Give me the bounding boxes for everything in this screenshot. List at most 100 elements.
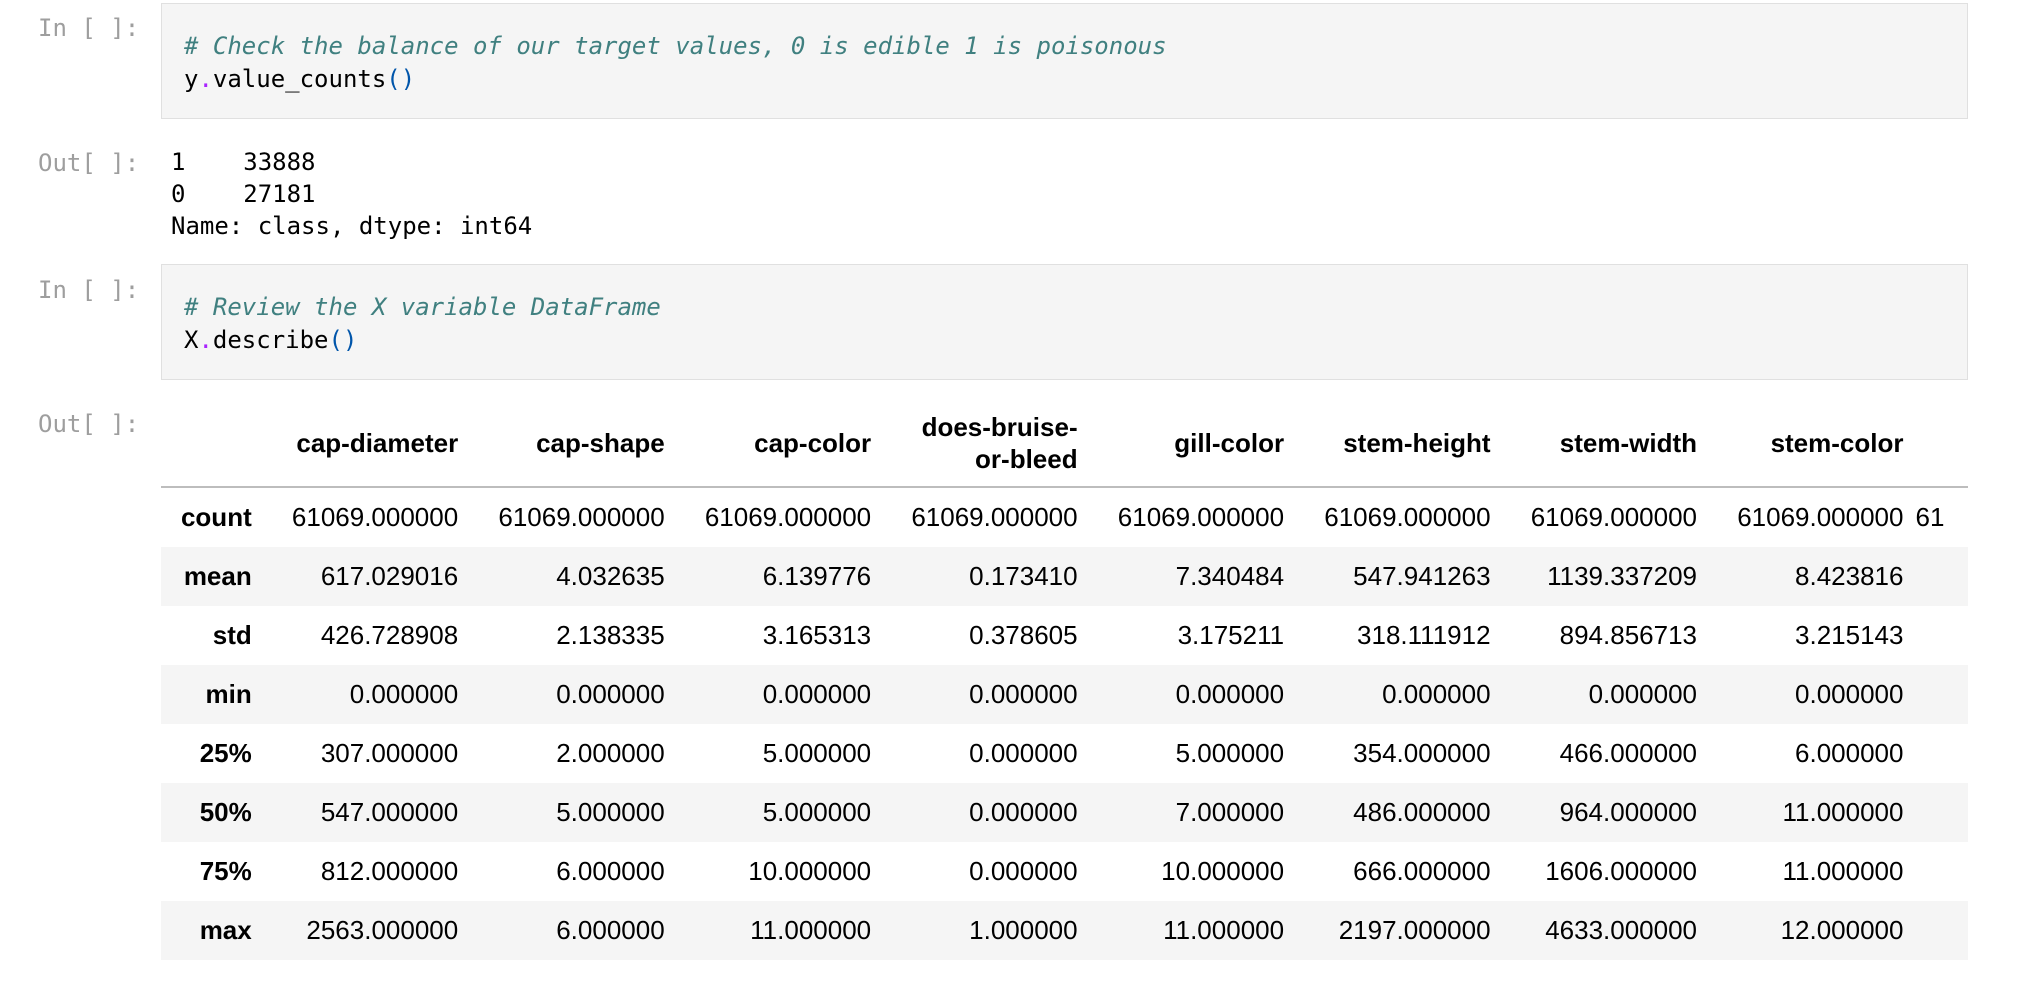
table-cell: 1.000000 bbox=[969, 915, 1078, 945]
table-cell: 0.000000 bbox=[1588, 679, 1698, 709]
table-cell: 1139.337209 bbox=[1547, 561, 1698, 591]
table-cell: 10.000000 bbox=[1161, 856, 1285, 886]
column-header: cap-shape bbox=[464, 400, 671, 488]
table-cell: 5.000000 bbox=[762, 797, 872, 827]
row-label: max bbox=[199, 915, 252, 945]
table-cell: 11.000000 bbox=[1163, 915, 1285, 945]
table-cell bbox=[1909, 665, 1968, 724]
table-cell: 318.111912 bbox=[1357, 620, 1491, 650]
column-header: stem-width bbox=[1496, 400, 1704, 488]
table-cell: 0.000000 bbox=[762, 679, 872, 709]
table-cell: 0.000000 bbox=[556, 679, 665, 709]
table-cell: 354.000000 bbox=[1353, 738, 1491, 768]
describe-table: cap-diameter cap-shape cap-color does-br… bbox=[161, 400, 1968, 960]
code-parens: () bbox=[386, 65, 416, 93]
code-parens: () bbox=[328, 326, 358, 354]
describe-output-table-wrap[interactable]: cap-diameter cap-shape cap-color does-br… bbox=[161, 400, 1968, 960]
output-prompt-1: Out[ ]: bbox=[38, 149, 140, 177]
input-prompt-2: In [ ]: bbox=[38, 276, 140, 304]
table-row: 50% 547.000000 5.000000 5.000000 0.000000 7.0… bbox=[161, 783, 1968, 842]
table-cell: 466.000000 bbox=[1559, 738, 1698, 768]
table-cell: 0.378605 bbox=[969, 620, 1078, 650]
table-cell: 12.000000 bbox=[1780, 915, 1904, 945]
column-header: stem-color bbox=[1703, 400, 1910, 488]
table-cell: 61069.000000 bbox=[704, 502, 872, 532]
table-cell: 0.000000 bbox=[1795, 679, 1904, 709]
table-cell: 61069.000000 bbox=[1737, 502, 1904, 532]
table-cell: 4.032635 bbox=[556, 561, 665, 591]
table-cell bbox=[1909, 724, 1968, 783]
table-cell: 307.000000 bbox=[320, 738, 459, 768]
table-cell: 61069.000000 bbox=[1530, 502, 1698, 532]
table-cell: 617.029016 bbox=[320, 561, 459, 591]
table-cell: 0.000000 bbox=[969, 797, 1078, 827]
table-cell: 2.138335 bbox=[556, 620, 665, 650]
code-cell-2[interactable]: # Review the X variable DataFrame X.desc… bbox=[161, 264, 1968, 380]
code-dot: . bbox=[198, 326, 213, 354]
row-label: count bbox=[180, 502, 252, 532]
code-method: describe bbox=[212, 326, 329, 354]
table-cell: 61069.000000 bbox=[498, 502, 665, 532]
table-cell: 0.000000 bbox=[1382, 679, 1491, 709]
output-line: 1 33888 bbox=[171, 148, 316, 176]
table-cell: 547.000000 bbox=[320, 797, 459, 827]
table-cell: 0.000000 bbox=[969, 679, 1078, 709]
table-cell bbox=[1909, 783, 1968, 842]
table-cell: 1606.000000 bbox=[1545, 856, 1698, 886]
table-cell: 11.000000 bbox=[1782, 856, 1904, 886]
table-cell: 2.000000 bbox=[556, 738, 665, 768]
code-comment: # Check the balance of our target values… bbox=[184, 32, 1167, 60]
code-cell-1[interactable]: # Check the balance of our target values… bbox=[161, 3, 1968, 119]
table-cell: 61069.000000 bbox=[911, 502, 1078, 532]
table-cell: 61 bbox=[1915, 502, 1945, 532]
table-cell: 0.000000 bbox=[969, 738, 1078, 768]
table-cell: 11.000000 bbox=[750, 915, 872, 945]
column-header: does-bruise-or-bleed bbox=[877, 400, 1084, 488]
table-cell: 0.000000 bbox=[969, 856, 1078, 886]
table-cell: 486.000000 bbox=[1353, 797, 1491, 827]
table-cell: 894.856713 bbox=[1559, 620, 1698, 650]
table-row: 75% 812.000000 6.000000 10.000000 0.000000 10… bbox=[161, 842, 1968, 901]
table-row: count 61069.000000 61069.000000 61069.00000… bbox=[161, 487, 1968, 547]
table-row: 25% 307.000000 2.000000 5.000000 0.000000 5.0… bbox=[161, 724, 1968, 783]
table-cell: 10.000000 bbox=[748, 856, 872, 886]
table-cell: 6.000000 bbox=[556, 856, 665, 886]
table-cell: 5.000000 bbox=[1175, 738, 1285, 768]
column-header: cap-diameter bbox=[257, 400, 465, 488]
table-cell: 0.000000 bbox=[349, 679, 459, 709]
table-cell: 61069.000000 bbox=[291, 502, 459, 532]
table-cell bbox=[1909, 842, 1968, 901]
table-cell bbox=[1909, 606, 1968, 665]
index-header bbox=[161, 400, 258, 488]
row-label: mean bbox=[183, 561, 252, 591]
table-cell: 6.000000 bbox=[556, 915, 665, 945]
value-counts-output: 1 33888 0 27181 Name: class, dtype: int64 bbox=[171, 146, 532, 242]
column-header: cap-color bbox=[670, 400, 878, 488]
column-header: stem-height bbox=[1290, 400, 1497, 488]
table-cell: 8.423816 bbox=[1795, 561, 1904, 591]
table-cell: 61069.000000 bbox=[1117, 502, 1285, 532]
table-cell: 7.340484 bbox=[1175, 561, 1285, 591]
table-row: max 2563.000000 6.000000 11.000000 1.000000 1… bbox=[161, 901, 1968, 960]
row-label: 75% bbox=[199, 856, 252, 886]
output-prompt-2: Out[ ]: bbox=[38, 410, 140, 438]
table-cell: 5.000000 bbox=[556, 797, 665, 827]
table-cell: 0.000000 bbox=[1175, 679, 1285, 709]
table-cell: 2197.000000 bbox=[1338, 915, 1491, 945]
output-line: 0 27181 bbox=[171, 180, 316, 208]
column-header: gill-color bbox=[1083, 400, 1291, 488]
output-line: Name: class, dtype: int64 bbox=[171, 212, 533, 240]
row-label: 50% bbox=[199, 797, 252, 827]
table-cell: 3.175211 bbox=[1177, 620, 1285, 650]
table-cell: 4633.000000 bbox=[1545, 915, 1698, 945]
input-prompt-1: In [ ]: bbox=[38, 14, 140, 42]
column-header bbox=[1909, 400, 1968, 488]
table-cell bbox=[1909, 901, 1968, 960]
table-cell: 6.139776 bbox=[762, 561, 872, 591]
table-row: std 426.728908 2.138335 3.165313 0.378605 3.1… bbox=[161, 606, 1968, 665]
code-object: X bbox=[184, 326, 199, 354]
table-cell: 812.000000 bbox=[320, 856, 459, 886]
code-dot: . bbox=[198, 65, 213, 93]
table-cell: 7.000000 bbox=[1175, 797, 1285, 827]
code-object: y bbox=[184, 65, 199, 93]
